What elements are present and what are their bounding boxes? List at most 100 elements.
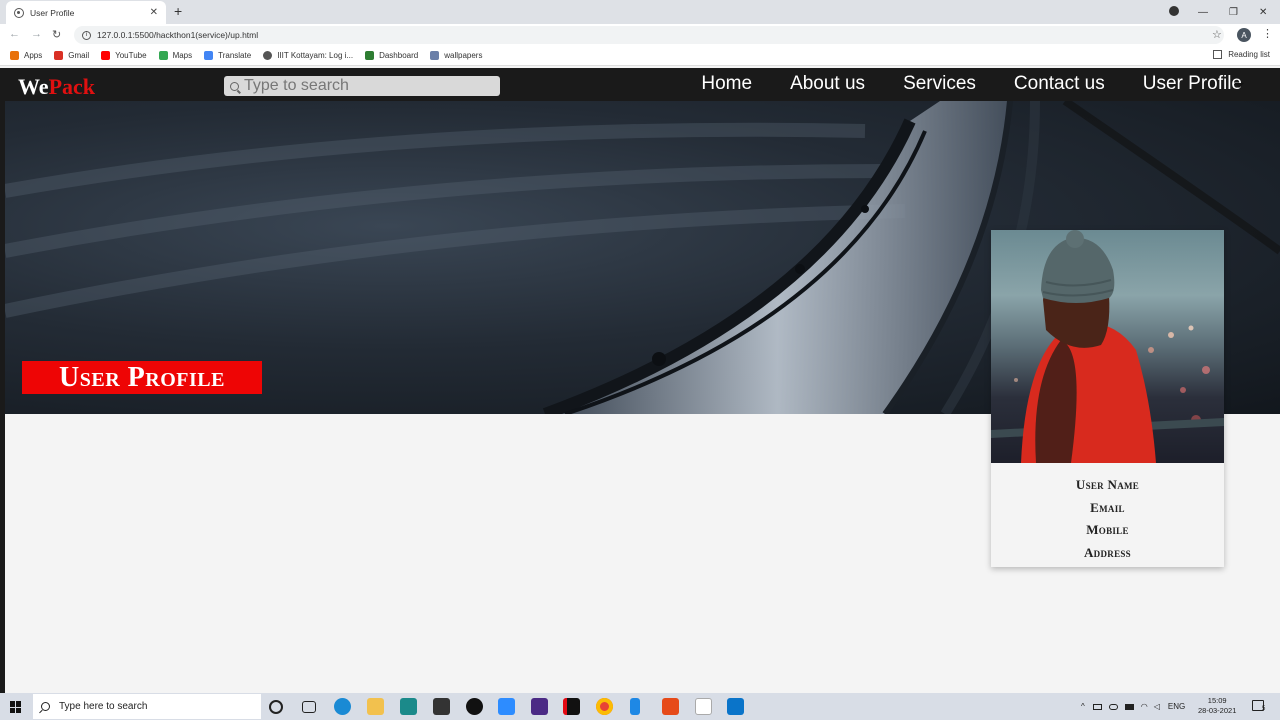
tray-language[interactable]: ENG	[1168, 702, 1185, 711]
page-title: User Profile	[22, 361, 262, 394]
bookmark-apps[interactable]: Apps	[10, 51, 42, 60]
bookmark-label: YouTube	[115, 51, 147, 60]
logo-part-we: We	[18, 74, 49, 99]
system-tray: ^ ◠ ◁ ENG	[1081, 693, 1185, 720]
bookmark-star-icon[interactable]: ☆	[1212, 28, 1222, 41]
tab-close-button[interactable]: ✕	[150, 7, 158, 18]
nav-contact-us[interactable]: Contact us	[1014, 73, 1105, 95]
bookmark-iiit[interactable]: IIIT Kottayam: Log i...	[263, 51, 353, 60]
store-icon[interactable]	[433, 698, 450, 715]
site-info-icon[interactable]: i	[82, 30, 91, 40]
bookmark-translate[interactable]: Translate	[204, 51, 251, 60]
back-button[interactable]: ←	[9, 28, 20, 40]
youtube-icon	[101, 51, 111, 60]
office-icon[interactable]	[662, 698, 679, 715]
tray-chevron-up-icon[interactable]: ^	[1081, 702, 1085, 711]
wallpapers-icon	[430, 51, 440, 60]
chrome-icon[interactable]	[596, 698, 613, 715]
bookmark-wallpapers[interactable]: wallpapers	[430, 51, 482, 60]
netflix-icon[interactable]	[563, 698, 580, 715]
logo-part-pack: Pack	[48, 74, 96, 99]
globe-icon	[263, 51, 273, 60]
reload-button[interactable]: ↻	[52, 28, 61, 41]
notification-count: 5	[1262, 706, 1266, 712]
whatsapp-icon[interactable]	[400, 698, 417, 715]
gmail-icon	[54, 51, 64, 60]
taskbar-search[interactable]: Type here to search	[33, 694, 261, 719]
bookmark-youtube[interactable]: YouTube	[101, 51, 147, 60]
address-bar-row: ← → ↻ i 127.0.0.1:5500/hackthon1(service…	[0, 24, 1280, 46]
bookmark-maps[interactable]: Maps	[158, 51, 193, 60]
dashboard-icon	[365, 51, 375, 60]
tray-cloud-icon[interactable]	[1108, 703, 1118, 710]
bookmark-label: wallpapers	[444, 51, 483, 60]
cortana-icon[interactable]	[269, 700, 283, 714]
file-explorer-icon[interactable]	[367, 698, 384, 715]
reading-list-button[interactable]: Reading list	[1213, 50, 1270, 59]
bookmark-label: Maps	[172, 51, 193, 60]
nav-services[interactable]: Services	[903, 73, 976, 95]
profile-fields: User Name Email Mobile Address	[991, 474, 1224, 565]
url-input[interactable]: i 127.0.0.1:5500/hackthon1(service)/up.h…	[74, 26, 1224, 44]
xbox-icon[interactable]	[466, 698, 483, 715]
translate-icon	[204, 51, 214, 60]
taskbar-search-placeholder: Type here to search	[59, 701, 148, 712]
taskbar-clock[interactable]: 15:09 28-03-2021	[1198, 696, 1236, 716]
globe-icon	[14, 7, 24, 18]
nav-about-us[interactable]: About us	[790, 73, 865, 95]
search-icon	[230, 81, 239, 91]
profile-photo-illustration	[991, 230, 1224, 463]
nav-user-profile[interactable]: User Profile	[1143, 73, 1242, 95]
clock-date: 28-03-2021	[1198, 706, 1237, 715]
tray-wifi-icon[interactable]: ◠	[1141, 702, 1148, 711]
window-close-button[interactable]: ✕	[1259, 0, 1267, 24]
phone-link-icon[interactable]	[630, 698, 640, 715]
profile-photo	[991, 230, 1224, 463]
url-text: 127.0.0.1:5500/hackthon1(service)/up.htm…	[97, 30, 259, 40]
tray-volume-icon[interactable]: ◁	[1154, 702, 1160, 711]
reading-list-label: Reading list	[1228, 50, 1270, 59]
chevron-down-icon[interactable]	[1234, 83, 1244, 88]
bookmark-label: IIIT Kottayam: Log i...	[277, 51, 354, 60]
browser-profile-icon[interactable]	[1169, 6, 1179, 16]
browser-tab-bar: User Profile ✕ + — ❐ ✕	[0, 0, 1280, 24]
reading-list-icon	[1213, 50, 1223, 59]
bookmark-dashboard[interactable]: Dashboard	[365, 51, 418, 60]
profile-address: Address	[1083, 545, 1131, 561]
amazon-music-icon[interactable]	[531, 698, 548, 715]
browser-menu-button[interactable]: ⋮	[1262, 27, 1273, 40]
edge-icon[interactable]	[334, 698, 351, 715]
profile-avatar[interactable]: A	[1237, 28, 1251, 42]
wepack-logo[interactable]: WePack	[18, 74, 95, 100]
profile-mobile: Mobile	[1086, 522, 1129, 538]
site-search	[224, 76, 500, 96]
bookmarks-bar: Apps Gmail YouTube Maps Translate IIIT K…	[0, 46, 1280, 66]
forward-button[interactable]: →	[31, 28, 42, 40]
bookmark-gmail[interactable]: Gmail	[54, 51, 89, 60]
bookmark-label: Translate	[218, 51, 252, 60]
clock-time: 15:09	[1207, 696, 1227, 705]
site-navbar: WePack Home About us Services Contact us…	[0, 68, 1280, 101]
windows-start-icon[interactable]	[10, 701, 22, 713]
bookmark-label: Gmail	[68, 51, 90, 60]
nav-home[interactable]: Home	[701, 73, 752, 95]
nav-links: Home About us Services Contact us User P…	[663, 73, 1242, 95]
search-input[interactable]	[244, 77, 484, 95]
apps-grid-icon	[10, 51, 19, 60]
new-tab-button[interactable]: +	[174, 3, 182, 19]
profile-user-name: User Name	[1075, 477, 1140, 492]
restore-button[interactable]: ❐	[1229, 0, 1238, 24]
task-view-icon[interactable]	[302, 701, 316, 713]
vscode-icon[interactable]	[727, 698, 744, 715]
tray-battery-icon[interactable]	[1092, 703, 1102, 710]
bookmark-label: Apps	[24, 51, 43, 60]
zoom-icon[interactable]	[498, 698, 515, 715]
word-icon[interactable]	[695, 698, 712, 715]
tab-title: User Profile	[30, 7, 75, 18]
minimize-button[interactable]: —	[1198, 0, 1208, 24]
tray-power-icon[interactable]	[1124, 703, 1134, 710]
search-icon	[41, 702, 50, 711]
profile-email: Email	[1090, 499, 1125, 515]
maps-icon	[158, 51, 168, 60]
browser-tab[interactable]: User Profile ✕	[6, 1, 166, 24]
